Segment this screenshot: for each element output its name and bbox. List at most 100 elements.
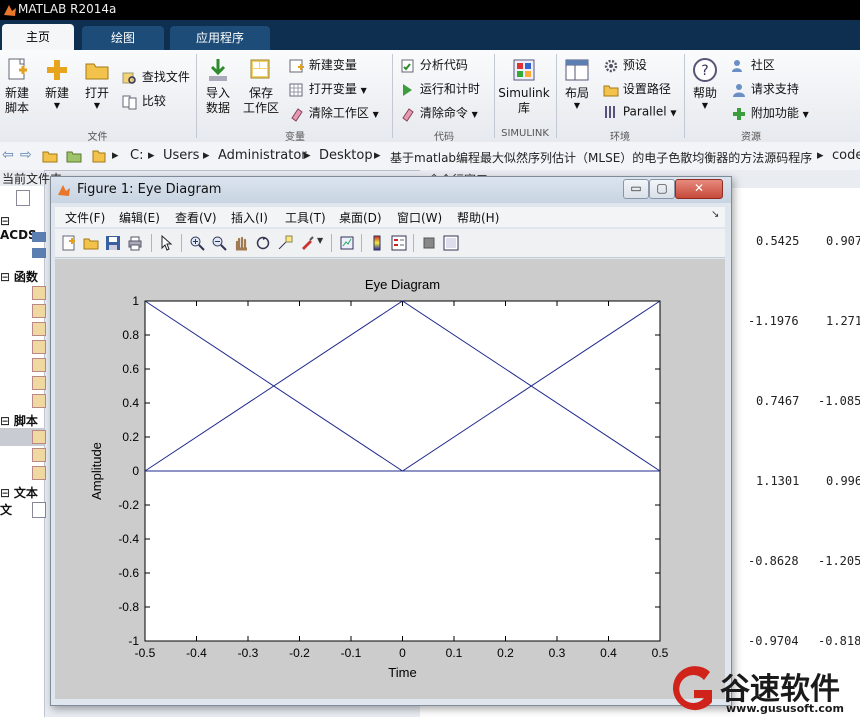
up-folder-icon[interactable] [42, 148, 58, 164]
function-file-icon[interactable] [32, 304, 46, 318]
menu-tools[interactable]: 工具(T) [285, 209, 326, 226]
set-path-button[interactable]: 设置路径 [603, 80, 671, 98]
function-file-icon[interactable] [32, 286, 46, 300]
import-data-button[interactable]: 导入 数据 [202, 56, 234, 116]
zoom-out-icon[interactable] [211, 235, 227, 251]
function-file-icon[interactable] [32, 358, 46, 372]
script-file-icon[interactable] [32, 466, 46, 480]
colorbar-icon[interactable] [369, 235, 385, 251]
simulink-library-icon [513, 59, 535, 81]
tab-plots[interactable]: 绘图 [82, 26, 164, 50]
script-file-icon[interactable] [32, 430, 46, 444]
menu-view[interactable]: 查看(V) [175, 209, 217, 226]
set-path-icon [603, 85, 619, 96]
function-file-icon[interactable] [32, 376, 46, 390]
data-cursor-icon[interactable] [277, 235, 293, 251]
new-variable-button[interactable]: 新建变量 [289, 56, 357, 74]
menu-insert[interactable]: 插入(I) [231, 209, 268, 226]
maximize-button[interactable]: ▢ [649, 179, 675, 199]
run-and-time-button[interactable]: 运行和计时 [400, 80, 480, 98]
back-arrow-icon[interactable]: ⇦ [2, 147, 14, 163]
folder-section-scripts[interactable]: ⊟ 脚本 [0, 412, 38, 429]
forward-arrow-icon[interactable]: ⇨ [20, 147, 32, 163]
breadcrumb-code[interactable]: code [832, 148, 860, 163]
breadcrumb-users[interactable]: Users [163, 148, 199, 163]
simulink-library-button[interactable]: Simulink 库 [498, 56, 550, 116]
figure-menu-bar: 文件(F) 编辑(E) 查看(V) 插入(I) 工具(T) 桌面(D) 窗口(W… [55, 207, 725, 227]
find-files-button[interactable]: 查找文件 [122, 68, 190, 86]
menu-desktop[interactable]: 桌面(D) [339, 209, 382, 226]
parallel-button[interactable]: Parallel ▼ [603, 104, 677, 120]
community-label: 社区 [750, 58, 775, 72]
add-ons-button[interactable]: 附加功能 ▼ [731, 104, 809, 122]
x-tick-label: 0.1 [446, 646, 463, 660]
open-variable-button[interactable]: 打开变量 ▼ [289, 80, 367, 98]
menu-help[interactable]: 帮助(H) [457, 209, 499, 226]
open-file-icon[interactable] [83, 235, 99, 251]
breadcrumb-drive[interactable]: C: [130, 148, 143, 163]
svg-text:?: ? [701, 63, 708, 79]
breadcrumb-administrator[interactable]: Administrator [218, 148, 307, 163]
menu-window[interactable]: 窗口(W) [397, 209, 442, 226]
breadcrumb-project-folder[interactable]: 基于matlab编程最大似然序列估计（MLSE）的电子色散均衡器的方法源码程序 [390, 149, 812, 166]
browse-folder-icon[interactable] [66, 148, 82, 164]
folder-section-functions[interactable]: ⊟ 函数 [0, 268, 38, 285]
pan-hand-icon[interactable] [233, 235, 249, 251]
open-button[interactable]: 打开 ▼ [82, 56, 112, 110]
menu-edit[interactable]: 编辑(E) [119, 209, 160, 226]
menu-file[interactable]: 文件(F) [65, 209, 105, 226]
layout-button[interactable]: 布局 ▼ [562, 56, 592, 110]
function-file-icon[interactable] [32, 322, 46, 336]
function-file-icon[interactable] [32, 340, 46, 354]
analyze-code-button[interactable]: 分析代码 [400, 56, 468, 74]
brush-icon[interactable] [299, 235, 315, 251]
save-icon[interactable] [105, 235, 121, 251]
dock-arrow-icon[interactable]: ↘ [711, 209, 719, 220]
bmp-file-icon[interactable] [32, 248, 46, 258]
close-button[interactable]: ✕ [675, 179, 723, 199]
compare-icon [122, 95, 137, 109]
print-icon[interactable] [127, 235, 143, 251]
brush-dropdown-icon[interactable]: ▼ [317, 236, 323, 245]
pointer-icon[interactable] [159, 235, 175, 251]
new-button[interactable]: 新建 ▼ [42, 56, 72, 110]
clear-commands-button[interactable]: 清除命令 ▼ [400, 104, 478, 122]
x-tick-label: -0.3 [238, 646, 259, 660]
function-file-icon[interactable] [32, 394, 46, 408]
save-workspace-button[interactable]: 保存 工作区 [243, 56, 279, 116]
help-button[interactable]: ? 帮助 ▼ [690, 56, 720, 110]
output-value: 0.7467 [756, 394, 800, 408]
minimize-button[interactable]: ▭ [623, 179, 649, 199]
output-value: 0.5425 [756, 234, 800, 248]
hide-plot-tools-icon[interactable] [421, 235, 437, 251]
community-button[interactable]: 社区 [731, 56, 775, 74]
tab-home[interactable]: 主页 [2, 24, 74, 50]
zoom-in-icon[interactable] [189, 235, 205, 251]
breadcrumb-desktop[interactable]: Desktop [319, 148, 373, 163]
eye-diagram-chart[interactable]: -0.5 -0.4 -0.3 -0.2 -0.1 0 0.1 0.2 0.3 0.4 0.5 -1 -0… [55, 259, 725, 699]
environment-group-label: 环境 [610, 132, 630, 143]
new-figure-icon[interactable] [61, 235, 77, 251]
bmp-file-icon[interactable] [32, 232, 46, 242]
preferences-button[interactable]: 预设 [603, 56, 647, 74]
output-value: 0.907 [826, 234, 860, 248]
legend-icon[interactable] [391, 235, 407, 251]
tab-apps[interactable]: 应用程序 [170, 26, 270, 50]
text-file-icon[interactable] [32, 502, 46, 518]
ribbon-divider [684, 54, 685, 138]
set-path-label: 设置路径 [622, 82, 671, 96]
rotate-3d-icon[interactable] [255, 235, 271, 251]
toolbar-divider [413, 234, 414, 252]
request-support-button[interactable]: 请求支持 [731, 80, 799, 98]
figure-window[interactable]: Figure 1: Eye Diagram ▭ ▢ ✕ 文件(F) 编辑(E) … [50, 176, 732, 706]
import-data-icon [209, 59, 227, 81]
show-plot-tools-icon[interactable] [443, 235, 459, 251]
app-title: MATLAB R2014a [18, 2, 117, 16]
clear-workspace-button[interactable]: 清除工作区 ▼ [289, 104, 379, 122]
compare-button[interactable]: 比较 [122, 92, 166, 110]
link-plot-icon[interactable] [339, 235, 355, 251]
script-file-icon[interactable] [32, 448, 46, 462]
figure-title-bar[interactable]: Figure 1: Eye Diagram ▭ ▢ ✕ [51, 177, 731, 203]
brand-logo-icon [672, 666, 712, 711]
new-script-button[interactable]: 新建 脚本 [2, 56, 32, 116]
